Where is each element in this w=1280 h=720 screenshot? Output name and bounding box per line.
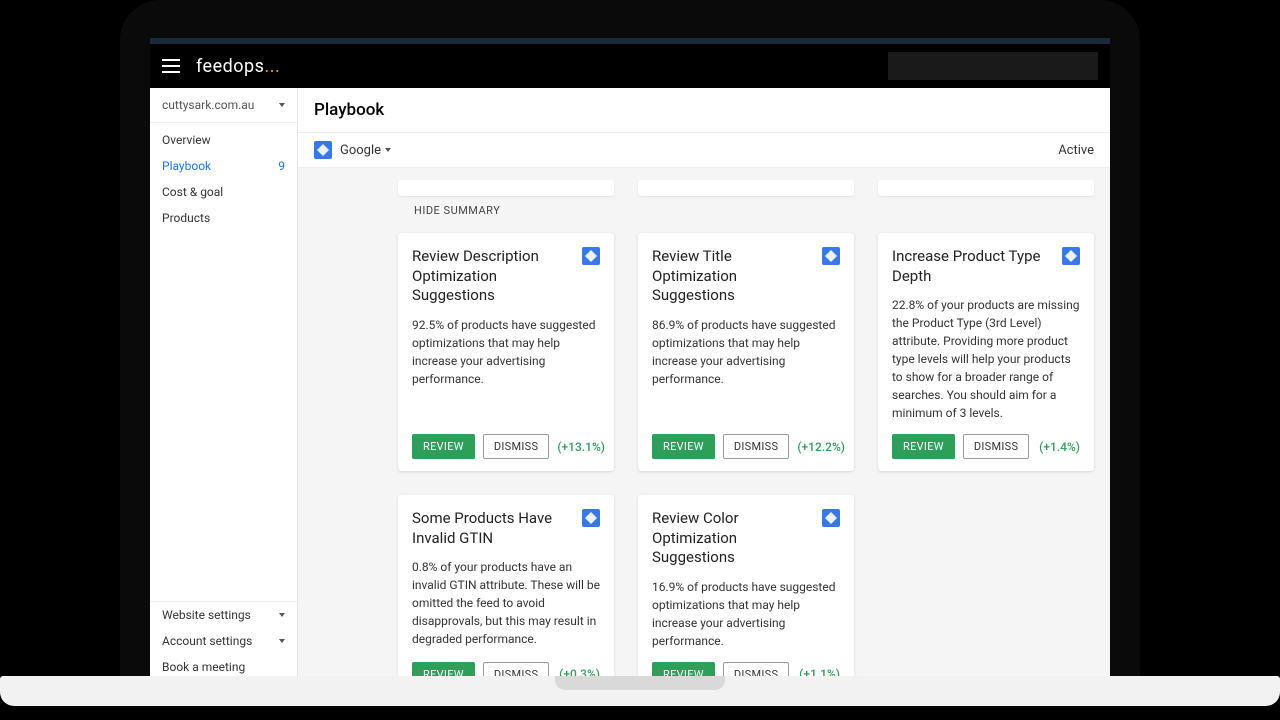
- laptop-frame: feedops... cuttysark.com.au Overview Pla…: [120, 0, 1140, 680]
- site-selector-label: cuttysark.com.au: [162, 98, 254, 112]
- card-body: 16.9% of products have suggested optimiz…: [652, 578, 840, 650]
- card-body: 22.8% of your products are missing the P…: [892, 296, 1080, 422]
- ghost-card: [398, 180, 614, 196]
- brand-name: feedops: [196, 56, 264, 77]
- dismiss-button[interactable]: DISMISS: [483, 434, 550, 459]
- status-label: Active: [1058, 143, 1094, 158]
- ghost-card: [638, 180, 854, 196]
- app-body: cuttysark.com.au Overview Playbook 9 Cos…: [150, 88, 1110, 680]
- app-screen: feedops... cuttysark.com.au Overview Pla…: [150, 38, 1110, 680]
- ghost-row: [398, 180, 1102, 196]
- sidebar-item-label: Overview: [162, 133, 211, 147]
- source-label: Google: [340, 143, 381, 158]
- playbook-card: Review Color Optimization Suggestions 16…: [638, 495, 854, 680]
- sidebar-item-badge: 9: [278, 159, 285, 173]
- chevron-down-icon: [279, 613, 285, 617]
- playbook-card: Review Title Optimization Suggestions 86…: [638, 233, 854, 471]
- card-body: 92.5% of products have suggested optimiz…: [412, 316, 600, 423]
- ghost-card: [878, 180, 1094, 196]
- sidebar-item-playbook[interactable]: Playbook 9: [150, 153, 297, 179]
- sidebar-item-label: Cost & goal: [162, 185, 223, 199]
- hide-summary-button[interactable]: HIDE SUMMARY: [414, 204, 1102, 217]
- card-source-icon: [1062, 247, 1080, 265]
- brand-logo: feedops...: [196, 56, 280, 77]
- source-selector[interactable]: Google: [314, 141, 391, 159]
- sidebar-bottom: Website settings Account settings Book a…: [150, 601, 297, 680]
- dismiss-button[interactable]: DISMISS: [723, 434, 790, 459]
- menu-icon[interactable]: [162, 59, 180, 73]
- card-delta: (+1.4%): [1039, 440, 1080, 454]
- card-title: Increase Product Type Depth: [892, 247, 1054, 286]
- sidebar-item-label: Products: [162, 211, 210, 225]
- card-title: Some Products Have Invalid GTIN: [412, 509, 574, 548]
- chevron-down-icon: [279, 639, 285, 643]
- card-row: Some Products Have Invalid GTIN 0.8% of …: [398, 495, 1102, 680]
- card-source-icon: [822, 247, 840, 265]
- sidebar-nav: Overview Playbook 9 Cost & goal Products: [150, 123, 297, 231]
- topbar-right-box: [888, 52, 1098, 80]
- card-body: 86.9% of products have suggested optimiz…: [652, 316, 840, 423]
- sidebar: cuttysark.com.au Overview Playbook 9 Cos…: [150, 88, 298, 680]
- dismiss-button[interactable]: DISMISS: [963, 434, 1030, 459]
- sidebar-item-label: Website settings: [162, 608, 251, 622]
- sidebar-item-label: Playbook: [162, 159, 211, 173]
- review-button[interactable]: REVIEW: [652, 434, 715, 459]
- sidebar-item-cost-goal[interactable]: Cost & goal: [150, 179, 297, 205]
- card-source-icon: [582, 509, 600, 527]
- topbar: feedops...: [150, 44, 1110, 88]
- main: Playbook Google Active HIDE S: [298, 88, 1110, 680]
- card-body: 0.8% of your products have an invalid GT…: [412, 558, 600, 650]
- page-title: Playbook: [298, 88, 1110, 133]
- chevron-down-icon: [279, 103, 285, 107]
- sidebar-item-label: Account settings: [162, 634, 252, 648]
- card-row: Review Description Optimization Suggesti…: [398, 233, 1102, 471]
- site-selector[interactable]: cuttysark.com.au: [150, 88, 297, 123]
- card-delta: (+12.2%): [797, 440, 845, 454]
- sidebar-item-overview[interactable]: Overview: [150, 127, 297, 153]
- card-delta: (+13.1%): [557, 440, 605, 454]
- sidebar-item-website-settings[interactable]: Website settings: [150, 602, 297, 628]
- card-source-icon: [582, 247, 600, 265]
- card-title: Review Title Optimization Suggestions: [652, 247, 814, 306]
- sidebar-item-products[interactable]: Products: [150, 205, 297, 231]
- playbook-card: Review Description Optimization Suggesti…: [398, 233, 614, 471]
- playbook-card: Increase Product Type Depth 22.8% of you…: [878, 233, 1094, 471]
- scroll-area[interactable]: HIDE SUMMARY Review Description Optimiza…: [298, 168, 1110, 680]
- review-button[interactable]: REVIEW: [412, 434, 475, 459]
- card-title: Review Color Optimization Suggestions: [652, 509, 814, 568]
- filter-bar: Google Active: [298, 133, 1110, 168]
- chevron-down-icon: [385, 148, 391, 152]
- review-button[interactable]: REVIEW: [892, 434, 955, 459]
- laptop-notch: [555, 676, 725, 690]
- card-source-icon: [822, 509, 840, 527]
- google-icon: [314, 141, 332, 159]
- sidebar-item-account-settings[interactable]: Account settings: [150, 628, 297, 654]
- card-title: Review Description Optimization Suggesti…: [412, 247, 574, 306]
- brand-dots: ...: [264, 56, 280, 77]
- sidebar-item-label: Book a meeting: [162, 660, 245, 674]
- playbook-card: Some Products Have Invalid GTIN 0.8% of …: [398, 495, 614, 680]
